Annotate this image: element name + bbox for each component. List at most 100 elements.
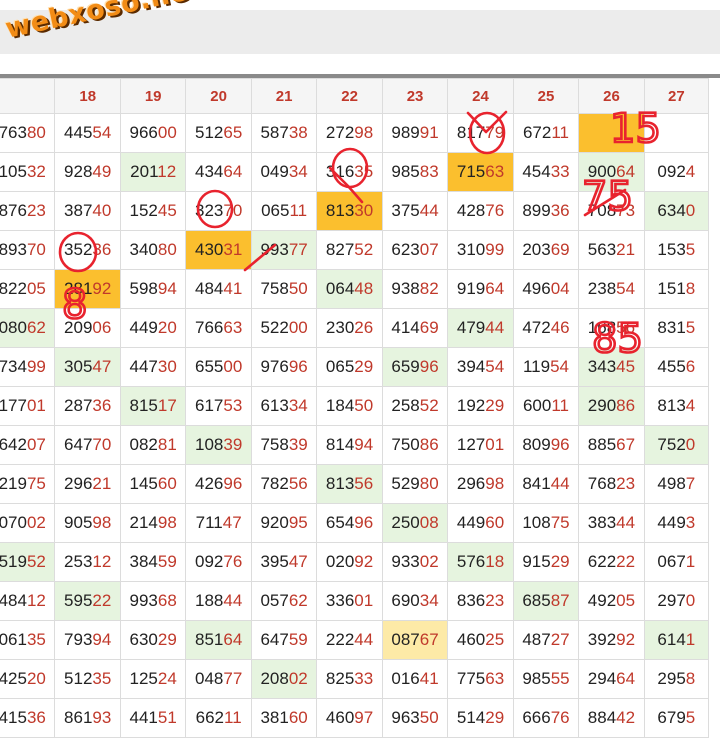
result-cell[interactable]: 45433 [512,152,580,192]
result-cell[interactable]: 46097 [316,698,383,738]
result-cell[interactable]: 76823 [578,464,645,504]
result-cell[interactable]: 84144 [512,464,580,504]
result-cell[interactable]: 86193 [54,698,121,738]
result-cell[interactable]: 8315 [643,308,710,348]
result-cell[interactable]: 08062 [0,308,56,348]
result-cell[interactable]: 71147 [185,503,252,543]
result-cell[interactable]: 43031 [185,230,252,270]
result-cell[interactable]: 87623 [0,191,56,231]
result-cell[interactable]: 90064 [578,152,645,192]
result-cell[interactable]: 39292 [578,620,645,660]
result-cell[interactable]: 42876 [447,191,514,231]
result-cell[interactable]: 20112 [119,152,187,192]
result-cell[interactable]: 92849 [54,152,121,192]
result-cell[interactable]: 69034 [381,581,449,621]
result-cell[interactable]: 0924 [643,152,710,192]
result-cell[interactable]: 76663 [185,308,252,348]
result-cell[interactable]: 34080 [119,230,187,270]
result-cell[interactable]: 25852 [381,386,449,426]
result-cell[interactable]: 04934 [250,152,318,192]
result-cell[interactable]: 31635 [316,152,383,192]
result-cell[interactable]: 38740 [54,191,121,231]
result-cell[interactable]: 66211 [185,698,252,738]
result-cell[interactable]: 98991 [381,113,449,153]
result-cell[interactable]: 98555 [512,659,580,699]
result-cell[interactable]: 42696 [185,464,252,504]
result-cell[interactable]: 14560 [119,464,187,504]
result-cell[interactable]: 81517 [119,386,187,426]
result-cell[interactable]: 82533 [316,659,383,699]
result-cell[interactable]: 20906 [54,308,121,348]
result-cell[interactable]: 93302 [381,542,449,582]
result-cell[interactable]: 81494 [316,425,383,465]
result-cell[interactable]: 39454 [447,347,514,387]
result-cell[interactable]: 38459 [119,542,187,582]
result-cell[interactable]: 85164 [185,620,252,660]
result-cell[interactable]: 18844 [185,581,252,621]
result-cell[interactable]: 6795 [643,698,710,738]
result-cell[interactable]: 75086 [381,425,449,465]
result-cell[interactable]: 65500 [185,347,252,387]
result-cell[interactable]: 32370 [185,191,252,231]
result-cell[interactable]: 67211 [512,113,580,153]
result-cell[interactable]: 17701 [0,386,56,426]
result-cell[interactable]: 18450 [316,386,383,426]
result-cell[interactable]: 46025 [447,620,514,660]
result-cell[interactable]: 73499 [0,347,56,387]
result-cell[interactable]: 10532 [0,152,56,192]
result-cell[interactable]: 34345 [578,347,645,387]
result-cell[interactable]: 57618 [447,542,514,582]
result-cell[interactable]: 48441 [185,269,252,309]
result-cell[interactable]: 20802 [250,659,318,699]
result-cell[interactable]: 29698 [447,464,514,504]
result-cell[interactable]: 11954 [512,347,580,387]
result-cell[interactable]: 23854 [578,269,645,309]
result-cell[interactable]: 41536 [0,698,56,738]
result-cell[interactable]: 64770 [54,425,121,465]
result-cell[interactable]: 06448 [316,269,383,309]
result-cell[interactable]: 82752 [316,230,383,270]
result-cell[interactable]: 30547 [54,347,121,387]
result-cell[interactable]: 47246 [512,308,580,348]
result-cell[interactable]: 28736 [54,386,121,426]
result-cell[interactable]: 61753 [185,386,252,426]
result-cell[interactable]: 80996 [512,425,580,465]
result-cell[interactable]: 16856 [578,308,645,348]
result-cell[interactable]: 65996 [381,347,449,387]
result-cell[interactable]: 10839 [185,425,252,465]
result-cell[interactable]: 44554 [54,113,121,153]
result-cell[interactable]: 75839 [250,425,318,465]
result-cell[interactable]: 76380 [0,113,56,153]
result-cell[interactable]: 15245 [119,191,187,231]
result-cell[interactable]: 49604 [512,269,580,309]
result-cell[interactable]: 79394 [54,620,121,660]
result-cell[interactable]: 98583 [381,152,449,192]
result-cell[interactable]: 1535 [643,230,710,270]
result-cell[interactable]: 56321 [578,230,645,270]
result-cell[interactable]: 47944 [447,308,514,348]
result-cell[interactable]: 01641 [381,659,449,699]
result-cell[interactable]: 09276 [185,542,252,582]
result-cell[interactable]: 92095 [250,503,318,543]
result-cell[interactable]: 27298 [316,113,383,153]
result-cell[interactable]: 63029 [119,620,187,660]
result-cell[interactable]: 62222 [578,542,645,582]
result-cell[interactable]: 51265 [185,113,252,153]
result-cell[interactable]: 49205 [578,581,645,621]
result-cell[interactable]: 70873 [578,191,645,231]
result-cell[interactable]: 21498 [119,503,187,543]
result-cell[interactable]: 81356 [316,464,383,504]
result-cell[interactable]: 58738 [250,113,318,153]
result-cell[interactable]: 22244 [316,620,383,660]
result-cell[interactable]: 71563 [447,152,514,192]
result-cell[interactable]: 10875 [512,503,580,543]
result-cell[interactable]: 52200 [250,308,318,348]
result-cell[interactable]: 21975 [0,464,56,504]
result-cell[interactable]: 62307 [381,230,449,270]
result-cell[interactable]: 81779 [447,113,514,153]
result-cell[interactable]: 20369 [512,230,580,270]
result-cell[interactable]: 51952 [0,542,56,582]
result-cell[interactable]: 19229 [447,386,514,426]
result-cell[interactable]: 8134 [643,386,710,426]
result-cell[interactable]: 04877 [185,659,252,699]
